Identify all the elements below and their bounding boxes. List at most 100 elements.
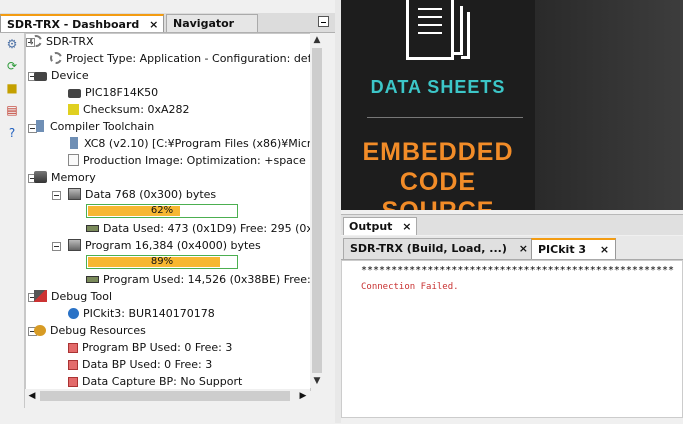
tab-output[interactable]: Output ×	[343, 217, 418, 235]
memory-node[interactable]: Memory	[34, 170, 96, 186]
pickit-label: PICkit3: BUR140170178	[83, 307, 215, 320]
chip-icon	[68, 89, 81, 98]
start-page-banner: DATA SHEETS EMBEDDED CODE SOURCE	[341, 0, 683, 210]
tab-build-load[interactable]: SDR-TRX (Build, Load, ...) ×	[343, 238, 535, 259]
debug-tool-label: Debug Tool	[51, 290, 113, 303]
chip-icon[interactable]: ■	[4, 80, 20, 96]
program-memory-progress: 89%	[86, 255, 238, 269]
document-stack-icon	[461, 12, 470, 59]
help-icon[interactable]: ?	[4, 125, 20, 141]
memory-bank-icon	[68, 239, 81, 251]
embedded-label[interactable]: EMBEDDED	[341, 138, 535, 167]
checksum-label: Checksum: 0xA282	[83, 103, 190, 116]
breakpoint-icon	[68, 343, 78, 353]
tree-root[interactable]: SDR-TRX	[30, 34, 94, 50]
data-capture-item[interactable]: Data Capture BP: No Support	[68, 374, 242, 390]
debug-tool-node[interactable]: Debug Tool	[34, 289, 112, 305]
info-icon	[68, 308, 79, 319]
checksum-icon	[68, 104, 79, 115]
pdf-icon[interactable]: ▤	[4, 102, 20, 118]
program-memory-node[interactable]: Program 16,384 (0x4000) bytes	[68, 238, 261, 254]
rom-icon	[86, 276, 99, 283]
device-name-item[interactable]: PIC18F14K50	[68, 85, 158, 101]
data-sheets-label[interactable]: DATA SHEETS	[341, 77, 535, 98]
program-memory-label: Program 16,384 (0x4000) bytes	[85, 239, 261, 252]
document-icon	[68, 154, 79, 166]
toolchain-icon	[70, 137, 78, 149]
output-header: Output ×	[341, 215, 683, 235]
close-icon[interactable]: ×	[149, 18, 158, 31]
debug-resources-node[interactable]: Debug Resources	[34, 323, 146, 339]
tree-vertical-scrollbar[interactable]: ▲ ▼	[310, 33, 324, 388]
dashboard-tree: SDR-TRX Project Type: Application - Conf…	[25, 33, 311, 391]
project-type-label: Project Type: Application - Configuratio…	[66, 52, 311, 65]
debug-resources-label: Debug Resources	[50, 324, 146, 337]
pickit3-tab-label: PICkit 3	[538, 243, 587, 256]
memory-label: Memory	[51, 171, 96, 184]
data-memory-label: Data 768 (0x300) bytes	[85, 188, 217, 201]
output-line-separator: ****************************************…	[361, 265, 675, 276]
output-line-error: Connection Failed.	[361, 282, 459, 292]
close-icon[interactable]: ×	[600, 243, 609, 256]
program-used-item[interactable]: Program Used: 14,526 (0x38BE) Free: 1,85…	[86, 272, 311, 288]
checksum-item[interactable]: Checksum: 0xA282	[68, 102, 190, 118]
data-bp-item[interactable]: Data BP Used: 0 Free: 3	[68, 357, 212, 373]
project-type-icon	[50, 52, 62, 64]
build-load-tab-label: SDR-TRX (Build, Load, ...)	[350, 242, 507, 255]
tree-horizontal-scrollbar[interactable]: ◀ ▶	[25, 389, 310, 403]
data-used-label: Data Used: 473 (0x1D9) Free: 295 (0x127)	[103, 222, 310, 235]
device-icon	[34, 72, 47, 81]
compiler-node[interactable]: Compiler Toolchain	[34, 119, 154, 135]
data-memory-progress: 62%	[86, 204, 238, 218]
tab-navigator[interactable]: Navigator	[166, 14, 258, 32]
tab-dashboard-label: SDR-TRX - Dashboard	[7, 18, 140, 31]
project-icon	[30, 35, 42, 47]
scroll-left-icon[interactable]: ◀	[25, 389, 39, 403]
collapse-icon[interactable]	[52, 191, 61, 200]
compiler-label: Compiler Toolchain	[50, 120, 155, 133]
minimize-icon[interactable]	[318, 16, 329, 27]
scroll-right-icon[interactable]: ▶	[296, 389, 310, 403]
dashboard-tabbar: SDR-TRX - Dashboard × Navigator	[0, 13, 336, 33]
production-image-item[interactable]: Production Image: Optimization: +space +…	[68, 153, 310, 169]
memory-icon	[34, 171, 47, 183]
close-icon[interactable]: ×	[519, 242, 528, 255]
banner-background	[535, 0, 683, 210]
device-node[interactable]: Device	[34, 68, 89, 84]
breakpoint-icon	[68, 360, 78, 370]
output-tab-label: Output	[349, 220, 393, 233]
tab-pickit3[interactable]: PICkit 3 ×	[531, 238, 617, 259]
document-icon	[406, 0, 454, 60]
program-bp-item[interactable]: Program BP Used: 0 Free: 3	[68, 340, 232, 356]
settings-icon[interactable]: ⚙	[4, 36, 20, 52]
data-bp-label: Data BP Used: 0 Free: 3	[82, 358, 213, 371]
device-label: Device	[51, 69, 89, 82]
scroll-down-icon[interactable]: ▼	[310, 374, 324, 388]
program-bp-label: Program BP Used: 0 Free: 3	[82, 341, 233, 354]
close-icon[interactable]: ×	[402, 220, 411, 233]
collapse-icon[interactable]	[52, 242, 61, 251]
data-capture-label: Data Capture BP: No Support	[82, 375, 243, 388]
root-label: SDR-TRX	[46, 35, 94, 48]
data-memory-node[interactable]: Data 768 (0x300) bytes	[68, 187, 216, 203]
program-used-label: Program Used: 14,526 (0x38BE) Free: 1,85…	[103, 273, 311, 286]
program-memory-percent: 89%	[150, 256, 174, 267]
xc8-label: XC8 (v2.10) [C:¥Program Files (x86)¥Micr…	[84, 137, 311, 150]
production-image-label: Production Image: Optimization: +space +…	[83, 154, 310, 167]
output-panel: Output × SDR-TRX (Build, Load, ...) × PI…	[341, 214, 683, 424]
banner-panel[interactable]: DATA SHEETS EMBEDDED CODE SOURCE	[341, 0, 535, 210]
refresh-icon[interactable]: ⟳	[4, 58, 20, 74]
output-console[interactable]: ****************************************…	[341, 260, 683, 418]
pickit-item[interactable]: PICkit3: BUR140170178	[68, 306, 215, 322]
scroll-thumb[interactable]	[40, 391, 290, 401]
output-subtabs: SDR-TRX (Build, Load, ...) × PICkit 3 ×	[341, 236, 683, 260]
data-used-item[interactable]: Data Used: 473 (0x1D9) Free: 295 (0x127)	[86, 221, 310, 237]
code-source-label[interactable]: CODE SOURCE	[341, 168, 535, 210]
scroll-thumb[interactable]	[312, 48, 322, 373]
scroll-up-icon[interactable]: ▲	[310, 33, 324, 47]
tab-dashboard[interactable]: SDR-TRX - Dashboard ×	[0, 14, 164, 32]
xc8-item[interactable]: XC8 (v2.10) [C:¥Program Files (x86)¥Micr…	[68, 136, 311, 152]
debug-tool-icon	[34, 290, 47, 302]
ram-icon	[86, 225, 99, 232]
project-type-item[interactable]: Project Type: Application - Configuratio…	[50, 51, 311, 67]
